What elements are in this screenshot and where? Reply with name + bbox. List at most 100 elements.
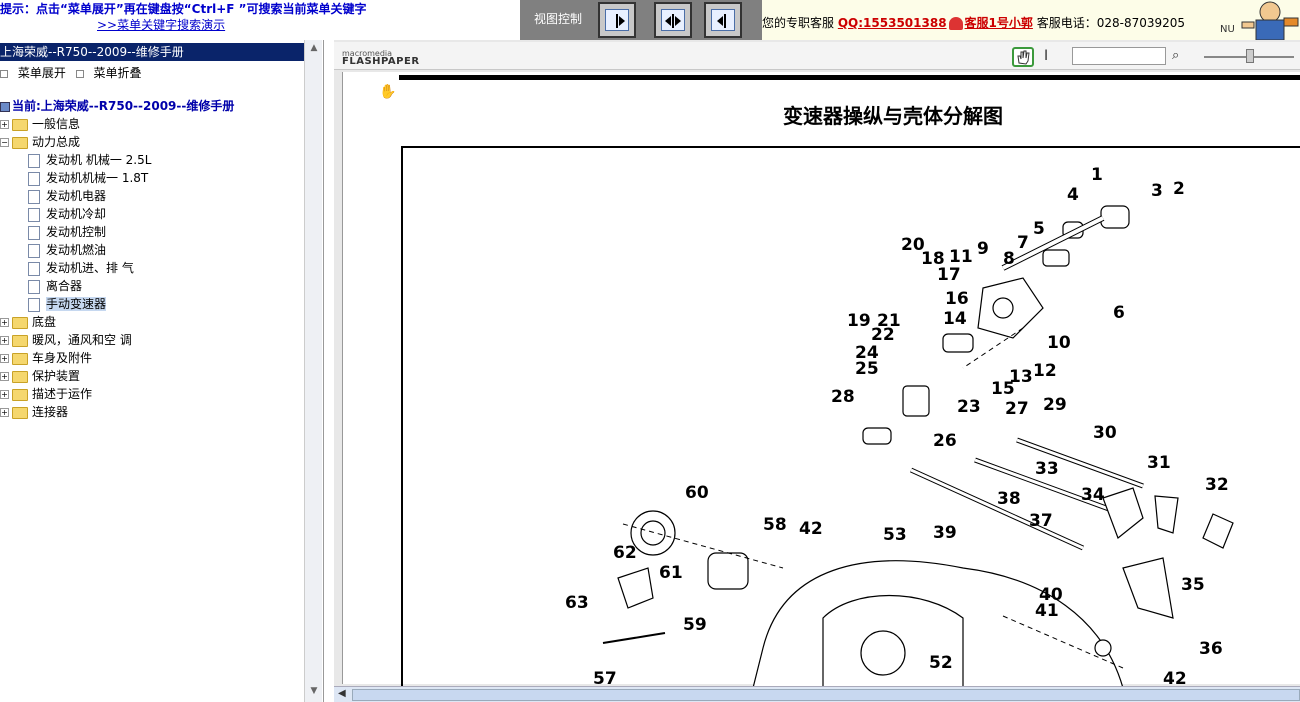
scroll-up-icon[interactable]: ▲ bbox=[308, 43, 320, 55]
document-icon bbox=[28, 279, 40, 294]
callout-29: 29 bbox=[1043, 395, 1067, 415]
top-banner: 提示：点击“菜单展开”再在键盘按“Ctrl+F ”可搜索当前菜单关键字 >>菜单… bbox=[0, 0, 1300, 40]
exploded-diagram: 1 2 3 4 5 6 7 8 9 10 11 12 13 14 15 16 1… bbox=[401, 146, 1300, 689]
tree-folder-general[interactable]: + 一般信息 bbox=[0, 115, 80, 133]
callout-7: 7 bbox=[1017, 233, 1029, 253]
callout-1: 1 bbox=[1091, 165, 1103, 185]
callout-20: 20 bbox=[901, 235, 925, 255]
folder-icon bbox=[12, 316, 28, 329]
folder-icon bbox=[12, 406, 28, 419]
text-select-icon[interactable]: I bbox=[1044, 48, 1048, 64]
tree-doc-engine-intake-exhaust[interactable]: 发动机进、排 气 bbox=[28, 259, 134, 277]
folder-icon bbox=[12, 334, 28, 347]
sidebar-title: 上海荣威--R750--2009--维修手册 bbox=[0, 43, 304, 61]
callout-30: 30 bbox=[1093, 423, 1117, 443]
document-icon bbox=[28, 297, 40, 312]
split-view-button[interactable] bbox=[654, 2, 692, 38]
scrollbar-thumb[interactable] bbox=[352, 689, 1300, 701]
menu-expand-button[interactable]: 菜单展开 bbox=[18, 66, 66, 80]
document-icon bbox=[28, 207, 40, 222]
document-icon bbox=[28, 261, 40, 276]
callout-27: 27 bbox=[1005, 399, 1029, 419]
scroll-down-icon[interactable]: ▼ bbox=[308, 686, 320, 698]
zoom-slider-thumb[interactable] bbox=[1246, 49, 1254, 63]
expand-left-button[interactable] bbox=[704, 2, 742, 38]
callout-15: 15 bbox=[991, 379, 1015, 399]
callout-35: 35 bbox=[1181, 575, 1205, 595]
hand-cursor-icon: ✋ bbox=[379, 84, 397, 100]
tree-doc-engine-cooling[interactable]: 发动机冷却 bbox=[28, 205, 106, 223]
callout-33: 33 bbox=[1035, 459, 1059, 479]
flashpaper-logo: macromedia FLASHPAPER bbox=[342, 49, 420, 67]
tree-folder-hvac[interactable]: + 暖风，通风和空 调 bbox=[0, 331, 132, 349]
mascot-logo bbox=[1240, 0, 1300, 40]
tree-doc-engine-fuel[interactable]: 发动机燃油 bbox=[28, 241, 106, 259]
callout-58: 58 bbox=[763, 515, 787, 535]
callout-22: 22 bbox=[871, 325, 895, 345]
tree-doc-engine-electrical[interactable]: 发动机电器 bbox=[28, 187, 106, 205]
document-icon bbox=[28, 189, 40, 204]
split-arrows-icon bbox=[665, 14, 681, 28]
callout-39: 39 bbox=[933, 523, 957, 543]
search-demo-link[interactable]: >>菜单关键字搜索演示 bbox=[97, 16, 225, 33]
callout-52: 52 bbox=[929, 653, 953, 673]
search-input[interactable] bbox=[1072, 47, 1166, 65]
support-panel: 您的专职客服 QQ:1553501388 客服1号小郭 客服电话：028-8703… bbox=[762, 0, 1300, 40]
tree-folder-chassis[interactable]: + 底盘 bbox=[0, 313, 56, 331]
search-icon[interactable]: ⌕ bbox=[1172, 48, 1179, 63]
kefu-link[interactable]: 客服1号小郭 bbox=[965, 16, 1033, 30]
computer-icon bbox=[0, 101, 10, 112]
callout-10: 10 bbox=[1047, 333, 1071, 353]
scroll-left-icon[interactable]: ◀ bbox=[338, 688, 346, 699]
tree-doc-engine-18t[interactable]: 发动机机械一 1.8T bbox=[28, 169, 148, 187]
sidebar-scrollbar[interactable]: ▲ ▼ bbox=[304, 40, 322, 702]
viewer-toolbar: macromedia FLASHPAPER I ⌕ bbox=[334, 42, 1300, 70]
callout-38: 38 bbox=[997, 489, 1021, 509]
callout-3: 3 bbox=[1151, 181, 1163, 201]
callout-14: 14 bbox=[943, 309, 967, 329]
qq-person-icon bbox=[948, 17, 963, 30]
horizontal-scrollbar[interactable]: ◀ bbox=[334, 686, 1300, 702]
callout-26: 26 bbox=[933, 431, 957, 451]
callout-42: 42 bbox=[799, 519, 823, 539]
callout-2: 2 bbox=[1173, 179, 1185, 199]
tree-doc-engine-25l[interactable]: 发动机 机械一 2.5L bbox=[28, 151, 151, 169]
nu-text: NU bbox=[1220, 24, 1235, 35]
menu-expand-icon bbox=[0, 69, 8, 78]
tree-doc-clutch[interactable]: 离合器 bbox=[28, 277, 82, 295]
folder-icon bbox=[12, 118, 28, 131]
arrow-right-icon bbox=[616, 14, 625, 28]
diagram-callouts: 1 2 3 4 5 6 7 8 9 10 11 12 13 14 15 16 1… bbox=[565, 165, 1229, 688]
callout-53: 53 bbox=[883, 525, 907, 545]
expand-right-button[interactable] bbox=[598, 2, 636, 38]
tree-folder-powertrain[interactable]: − 动力总成 bbox=[0, 133, 80, 151]
sidebar: 上海荣威--R750--2009--维修手册 菜单展开 菜单折叠 当前:上海荣威… bbox=[0, 40, 324, 702]
view-control-panel: 视图控制 bbox=[520, 0, 762, 40]
callout-9: 9 bbox=[977, 239, 989, 259]
menu-collapse-button[interactable]: 菜单折叠 bbox=[94, 66, 142, 80]
folder-open-icon bbox=[12, 136, 28, 149]
tree-doc-manual-transmission[interactable]: 手动变速器 bbox=[28, 295, 107, 313]
sidebar-toolbar: 菜单展开 菜单折叠 bbox=[0, 64, 148, 80]
folder-icon bbox=[12, 388, 28, 401]
callout-19: 19 bbox=[847, 311, 871, 331]
tree-folder-body[interactable]: + 车身及附件 bbox=[0, 349, 92, 367]
tree-root[interactable]: 当前:上海荣威--R750--2009--维修手册 bbox=[0, 97, 234, 115]
callout-60: 60 bbox=[685, 483, 709, 503]
tree-folder-protection[interactable]: + 保护装置 bbox=[0, 367, 80, 385]
tree-doc-engine-control[interactable]: 发动机控制 bbox=[28, 223, 106, 241]
callout-6: 6 bbox=[1113, 303, 1125, 323]
support-prefix: 您的专职客服 bbox=[762, 16, 835, 30]
phone-text: 客服电话：028-87039205 bbox=[1036, 16, 1186, 30]
document-icon bbox=[28, 225, 40, 240]
folder-icon bbox=[12, 370, 28, 383]
document-icon bbox=[28, 243, 40, 258]
callout-62: 62 bbox=[613, 543, 637, 563]
qq-link[interactable]: QQ:1553501388 bbox=[838, 16, 947, 30]
view-control-label: 视图控制 bbox=[534, 12, 583, 26]
tree-folder-connectors[interactable]: + 连接器 bbox=[0, 403, 68, 421]
callout-61: 61 bbox=[659, 563, 683, 583]
tree-folder-description[interactable]: + 描述于运作 bbox=[0, 385, 92, 403]
callout-37: 37 bbox=[1029, 511, 1053, 531]
hand-tool-button[interactable] bbox=[1012, 47, 1034, 67]
